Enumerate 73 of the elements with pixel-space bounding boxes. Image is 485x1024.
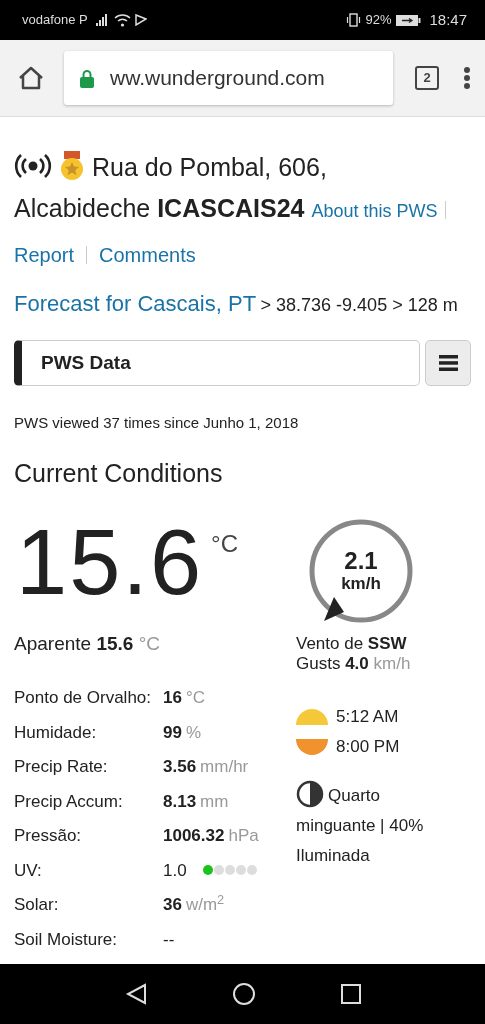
home-icon[interactable] — [18, 66, 44, 90]
wind-speed: 2.1 — [344, 548, 378, 575]
reading-label: Soil Moisture: — [14, 928, 118, 951]
reading-value: 1.0 — [163, 859, 187, 882]
reading-unit: mm — [200, 790, 229, 813]
reading-label: Precip Accum: — [14, 790, 124, 813]
clock-time: 18:47 — [429, 9, 467, 30]
notification-icon — [134, 14, 147, 26]
location-path: > 38.736 -9.405 > 128 m — [260, 295, 458, 315]
wind-direction-arrow — [324, 597, 344, 621]
reading-unit: mm/hr — [200, 756, 249, 778]
back-icon[interactable] — [124, 983, 147, 1005]
medal-icon — [60, 151, 84, 181]
station-link[interactable]: Report — [14, 240, 75, 270]
reading-label: Ponto de Orvalho: — [14, 687, 153, 709]
carrier-name: vodafone P — [22, 11, 88, 30]
reading-label: Solar: — [14, 894, 60, 916]
address-bar[interactable]: ww.wunderground.com — [64, 51, 393, 105]
temperature-value: 15.6 — [16, 516, 204, 608]
vibrate-icon — [346, 13, 362, 27]
gusts-value: 4.0 — [345, 654, 369, 673]
wind-direction: SSW — [367, 634, 407, 653]
reading-label: Pressão: — [14, 825, 83, 847]
menu-icon — [438, 355, 458, 371]
view-count: PWS viewed 37 times since Junho 1, 2018 — [14, 413, 300, 433]
section-dropdown[interactable]: PWS Data — [14, 340, 420, 386]
moon-phase: minguante | 40% — [296, 816, 424, 835]
battery-icon — [395, 13, 422, 27]
reading-unit: hPa — [228, 825, 259, 847]
moon-phase-icon — [296, 780, 324, 808]
station-link[interactable]: Comments — [99, 240, 196, 270]
broadcast-icon — [14, 153, 52, 179]
wind-unit: km/h — [341, 574, 381, 594]
reading-value: -- — [163, 928, 175, 951]
gusts-unit: km/h — [373, 654, 411, 673]
reading-unit: w/m$^{2}$ — [185, 892, 225, 916]
reading-value: 99 — [163, 721, 182, 744]
feels-like-unit: °C — [138, 633, 160, 654]
menu-icon[interactable] — [463, 66, 471, 90]
station-address: Alcabideche — [14, 194, 151, 222]
reading-unit: % — [185, 721, 202, 744]
station-address: Rua do Pombal, 606, — [92, 153, 327, 181]
sunset-icon — [296, 739, 328, 755]
reading-value: 16 — [163, 687, 182, 709]
section-heading: Current Conditions — [14, 457, 224, 489]
tab-switcher-button[interactable]: 2 — [415, 66, 439, 90]
reading-label: Precip Rate: — [14, 756, 109, 778]
recent-apps-icon[interactable] — [340, 984, 361, 1004]
wind-direction-label: Vento de — [296, 634, 364, 653]
gusts-label: Gusts — [296, 654, 341, 673]
feels-like-label: Aparente — [14, 633, 92, 654]
station-id: ICASCAIS24 — [157, 194, 305, 222]
moon-phase: Quarto — [328, 786, 380, 805]
reading-unit: °C — [185, 687, 205, 709]
sunrise-time: 5:12 AM — [336, 706, 399, 729]
reading-value: 8.13 — [163, 790, 197, 813]
reading-value: 36 — [163, 894, 182, 916]
battery-percent: 92% — [365, 11, 392, 30]
signal-icon — [95, 14, 110, 26]
sunrise-icon — [296, 709, 328, 725]
reading-label: Humidade: — [14, 721, 98, 744]
wifi-icon — [113, 13, 131, 27]
menu-button[interactable] — [425, 340, 471, 386]
sunset-time: 8:00 PM — [336, 736, 400, 759]
temperature-unit: °C — [211, 529, 238, 559]
moon-phase: Iluminada — [296, 846, 370, 865]
reading-label: UV: — [14, 859, 43, 882]
reading-value: 1006.32 — [163, 825, 225, 847]
feels-like-value: 15.6 — [96, 633, 134, 654]
forecast-link[interactable]: Forecast for Cascais, PT — [14, 291, 257, 316]
about-link[interactable]: About this PWS — [311, 201, 438, 221]
reading-value: 3.56 — [163, 756, 197, 778]
lock-icon — [80, 68, 94, 88]
